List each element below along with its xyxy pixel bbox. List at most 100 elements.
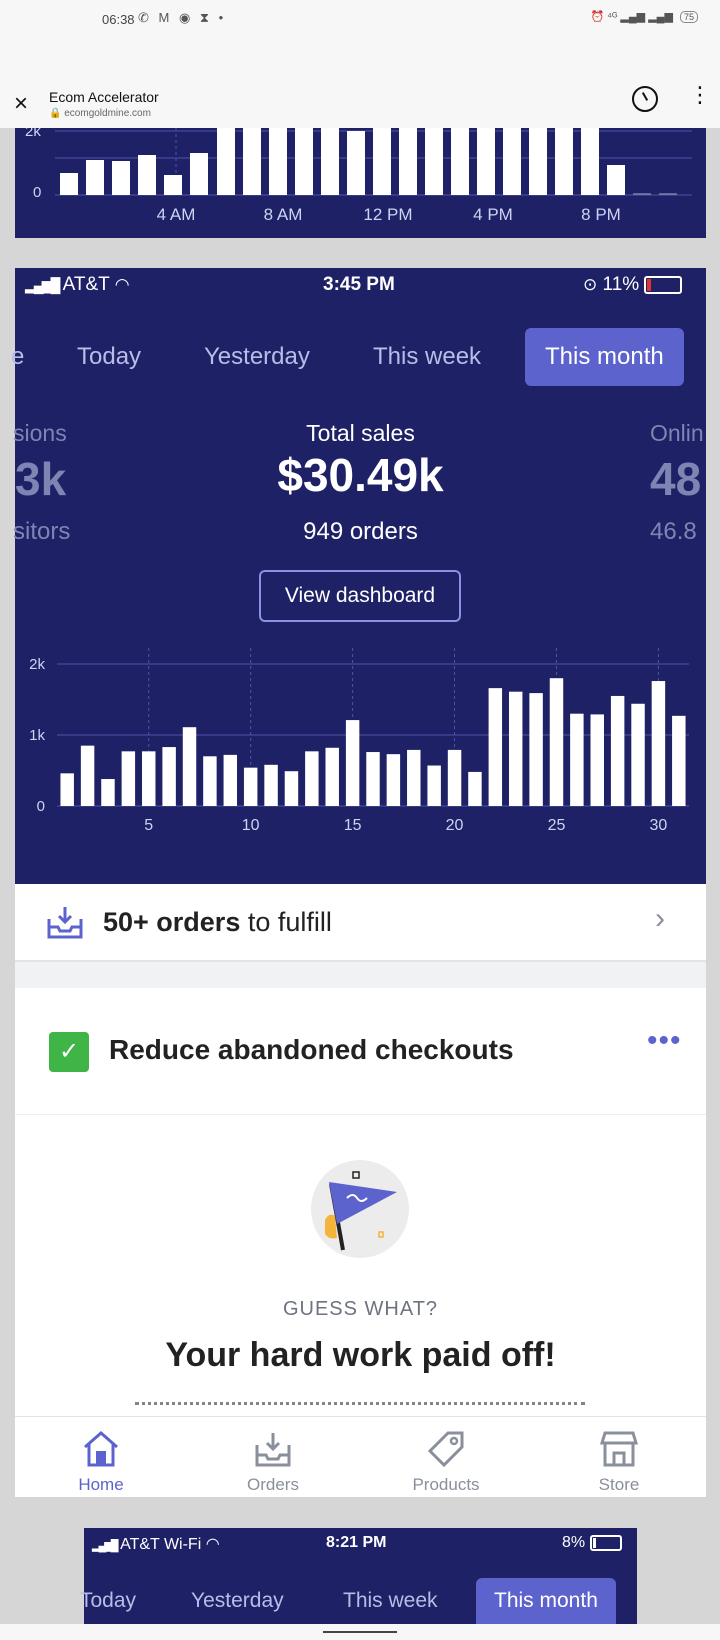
hour-bar — [190, 153, 208, 195]
bottom-navigation: Home Orders Products Store — [15, 1416, 706, 1497]
monthly-sales-chart: 0 1k 2k 5 10 15 20 25 30 — [29, 648, 689, 834]
sales-bar-day-27 — [590, 714, 604, 806]
s3-tab-yesterday[interactable]: Yesterday — [191, 1578, 284, 1624]
task-title: Reduce abandoned checkouts — [109, 1034, 514, 1065]
close-icon[interactable]: × — [14, 90, 28, 118]
sales-bar-day-31 — [672, 715, 686, 806]
home-icon — [84, 1431, 118, 1467]
notification-icons: ✆ M ◉ ⧗ • — [138, 10, 227, 25]
sales-bar-day-12 — [284, 771, 299, 806]
hour-bar — [321, 128, 339, 195]
sales-bar-day-3 — [101, 779, 115, 806]
section-divider — [15, 962, 706, 988]
nav-home-label: Home — [78, 1475, 124, 1494]
y-tick-0: 0 — [33, 184, 41, 201]
y-tick-0: 0 — [37, 798, 45, 815]
hour-bar — [607, 165, 625, 195]
x-tick-8pm: 8 PM — [581, 205, 621, 224]
sales-bar-day-11 — [264, 764, 278, 806]
more-menu-icon[interactable]: ⋮ — [689, 84, 711, 106]
fulfill-count: 50+ orders — [103, 907, 241, 937]
y-tick-2k: 2k — [29, 656, 45, 673]
wifi-icon: ◠ — [114, 275, 130, 294]
hour-bar — [633, 193, 651, 195]
nav-orders-label: Orders — [247, 1475, 299, 1494]
nav-orders[interactable]: Orders — [187, 1417, 359, 1497]
hour-bar — [295, 128, 313, 195]
headline-text: Your hard work paid off! — [165, 1336, 556, 1374]
hour-bar — [425, 128, 443, 195]
total-sales-value: $30.49k — [277, 449, 444, 501]
page-url: 🔒 ecomgoldmine.com — [49, 108, 151, 119]
sales-bar-day-26 — [570, 713, 584, 806]
sales-bar-day-2 — [80, 745, 95, 806]
sales-bar-day-19 — [427, 765, 441, 806]
sales-bar-day-30 — [651, 681, 666, 806]
hour-bar — [555, 128, 573, 195]
right-metric-value: 48 — [650, 453, 702, 505]
system-status-bar: 06:38 ✆ M ◉ ⧗ • ⏰ ⁴ᴳ ▂▄▆ ▂▄▆ 75 — [0, 0, 720, 42]
hour-bar — [217, 128, 235, 195]
wifi-icon: ◠ — [205, 1536, 220, 1553]
x-tick-4am: 4 AM — [157, 205, 196, 224]
hour-bar — [503, 128, 521, 195]
inbox-download-icon — [47, 907, 83, 939]
hour-bar — [269, 128, 287, 195]
gesture-bar — [0, 1624, 720, 1640]
battery-icon — [589, 1534, 622, 1551]
sales-bar-day-9 — [223, 754, 238, 806]
s3-time: 8:21 PM — [326, 1534, 387, 1551]
store-icon — [599, 1431, 639, 1467]
tab-this-month[interactable]: This month — [525, 328, 684, 386]
fulfill-text: 50+ orders to fulfill — [103, 907, 332, 938]
hourly-chart-panel: 2k 0 4 AM 8 AM 12 PM 4 PM 8 PM — [15, 123, 706, 238]
third-screen-preview: ▂▄▆█ AT&T Wi-Fi ◠ 8:21 PM 8% Today Yeste… — [80, 1528, 637, 1624]
signal-icons: ⏰ ⁴ᴳ ▂▄▆ ▂▄▆ — [590, 11, 673, 23]
hour-bar — [112, 161, 130, 195]
tab-yesterday[interactable]: Yesterday — [204, 328, 310, 386]
orders-icon — [255, 1433, 291, 1467]
sales-bar-day-28 — [610, 695, 625, 806]
hourly-chart: 2k 0 4 AM 8 AM 12 PM 4 PM 8 PM — [25, 123, 692, 224]
s3-tab-this-month[interactable]: This month — [476, 1578, 616, 1624]
hour-bar — [581, 128, 599, 195]
rotation-lock-icon: ⊙ — [583, 275, 598, 294]
orders-to-fulfill-row[interactable]: 50+ orders to fulfill › — [15, 884, 706, 962]
more-options-icon[interactable]: ••• — [647, 1024, 682, 1058]
hour-bar — [529, 128, 547, 195]
sales-bar-day-1 — [60, 773, 74, 806]
hour-bar — [164, 175, 182, 195]
tag-icon — [427, 1431, 464, 1468]
checkmark-icon[interactable]: ✓ — [49, 1032, 89, 1072]
tab-partial[interactable]: e — [11, 328, 24, 386]
y-tick-1k: 1k — [29, 727, 45, 744]
sales-bar-day-10 — [243, 767, 258, 806]
page-title: Ecom Accelerator — [49, 89, 159, 105]
pennant-flag-illustration — [311, 1160, 409, 1258]
nav-store[interactable]: Store — [533, 1417, 705, 1497]
tab-this-week[interactable]: This week — [373, 328, 481, 386]
s3-tab-today[interactable]: Today — [80, 1578, 136, 1624]
carrier-label: AT&T — [62, 274, 110, 295]
s3-status-left: ▂▄▆█ AT&T Wi-Fi ◠ — [92, 1534, 220, 1554]
chevron-right-icon: › — [655, 902, 665, 935]
phone-status-right: ⊙ 11% — [583, 274, 683, 296]
nav-store-label: Store — [598, 1475, 640, 1494]
nav-products[interactable]: Products — [360, 1417, 532, 1497]
task-card: ✓ Reduce abandoned checkouts ••• GUESS W… — [15, 988, 706, 1416]
history-icon[interactable] — [632, 86, 658, 112]
s3-battery: 8% — [562, 1534, 586, 1551]
sales-bar-day-15 — [345, 720, 360, 806]
system-right-icons: ⏰ ⁴ᴳ ▂▄▆ ▂▄▆ 75 — [590, 10, 698, 23]
s3-tab-this-week[interactable]: This week — [343, 1578, 438, 1624]
x-tick-15: 15 — [344, 817, 362, 834]
x-tick-10: 10 — [242, 817, 260, 834]
tab-today[interactable]: Today — [77, 328, 141, 386]
sales-bar-day-29 — [631, 703, 645, 806]
x-tick-25: 25 — [548, 817, 566, 834]
view-dashboard-button[interactable]: View dashboard — [259, 570, 461, 622]
sales-bar-day-16 — [366, 752, 380, 806]
sales-bar-day-4 — [121, 751, 136, 806]
nav-home[interactable]: Home — [15, 1417, 187, 1497]
phone-time: 3:45 PM — [323, 274, 395, 295]
